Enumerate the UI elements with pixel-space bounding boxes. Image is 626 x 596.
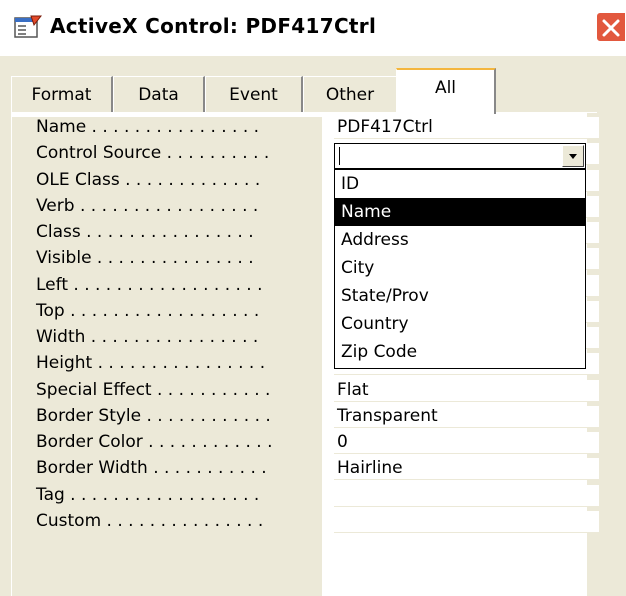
tab-format-label: Format [31, 85, 92, 105]
property-label: Name . . . . . . . . . . . . . . . . [36, 117, 260, 137]
tab-event-label: Event [229, 85, 278, 105]
window-title: ActiveX Control: PDF417Ctrl [50, 14, 377, 38]
dropdown-option-zip-code[interactable]: Zip Code [335, 338, 585, 366]
property-label: Tag . . . . . . . . . . . . . . . . . . [36, 484, 260, 505]
property-label: Class . . . . . . . . . . . . . . . . [36, 222, 254, 242]
property-row[interactable]: Special Effect . . . . . . . . . . . Flat [12, 379, 599, 402]
property-row[interactable]: Border Color . . . . . . . . . . . . 0 [12, 432, 599, 454]
dropdown-option-address[interactable]: Address [335, 226, 585, 254]
property-label: Border Color . . . . . . . . . . . . [36, 432, 273, 452]
property-row[interactable]: Name . . . . . . . . . . . . . . . . PDF4… [12, 117, 599, 139]
title-bar[interactable]: ActiveX Control: PDF417Ctrl [0, 0, 626, 56]
property-value-field[interactable] [334, 484, 599, 507]
tab-data[interactable]: Data [113, 76, 205, 112]
property-value-field[interactable]: Hairline [334, 458, 599, 481]
tab-data-label: Data [138, 85, 179, 105]
property-label: Width . . . . . . . . . . . . . . . . [36, 327, 259, 347]
property-label: OLE Class . . . . . . . . . . . . . [36, 169, 261, 190]
property-value-field[interactable]: 0 [334, 432, 599, 454]
tab-all[interactable]: All [396, 68, 496, 114]
property-label: Height . . . . . . . . . . . . . . . . [36, 353, 266, 374]
text-caret [339, 147, 340, 165]
tab-format[interactable]: Format [11, 76, 113, 112]
property-label: Special Effect . . . . . . . . . . . [36, 379, 271, 400]
property-row[interactable]: Border Width . . . . . . . . . . . Hairli… [12, 458, 599, 481]
tab-all-label: All [434, 78, 457, 98]
property-label: Top . . . . . . . . . . . . . . . . . . [36, 300, 260, 321]
property-label: Control Source . . . . . . . . . . [36, 143, 270, 164]
tab-other-label: Other [325, 85, 375, 105]
dropdown-option-name[interactable]: Name [335, 198, 585, 226]
property-label: Border Style . . . . . . . . . . . . [36, 405, 271, 426]
tab-other[interactable]: Other [303, 76, 398, 112]
dropdown-option-state-prov[interactable]: State/Prov [335, 282, 585, 310]
property-value-field[interactable]: PDF417Ctrl [334, 117, 599, 139]
dropdown-option-city[interactable]: City [335, 254, 585, 282]
dropdown-option-id[interactable]: ID [335, 170, 585, 198]
control-source-combo[interactable] [334, 143, 586, 169]
property-row[interactable]: Tag . . . . . . . . . . . . . . . . . . [12, 484, 599, 507]
properties-sheet-icon [14, 15, 43, 39]
control-source-dropdown-list[interactable]: ID Name Address City State/Prov Country … [334, 169, 586, 369]
property-value-field[interactable] [334, 510, 599, 533]
property-label: Custom . . . . . . . . . . . . . . . [36, 510, 264, 531]
property-label: Visible . . . . . . . . . . . . . . . [36, 248, 254, 269]
dropdown-option-country[interactable]: Country [335, 310, 585, 338]
property-value-field[interactable]: Transparent [334, 405, 599, 428]
close-icon [602, 19, 620, 37]
property-row[interactable]: Custom . . . . . . . . . . . . . . . [12, 510, 599, 533]
chevron-down-icon [569, 154, 577, 159]
tab-event[interactable]: Event [205, 76, 303, 112]
property-value-field[interactable]: Flat [334, 379, 599, 402]
property-label: Border Width . . . . . . . . . . . [36, 458, 267, 479]
property-label: Verb . . . . . . . . . . . . . . . . . [36, 195, 259, 216]
close-button[interactable] [596, 12, 626, 42]
dropdown-button[interactable] [562, 145, 584, 167]
property-row[interactable]: Border Style . . . . . . . . . . . . Tran… [12, 405, 599, 428]
property-label: Left . . . . . . . . . . . . . . . . . . [36, 274, 263, 295]
